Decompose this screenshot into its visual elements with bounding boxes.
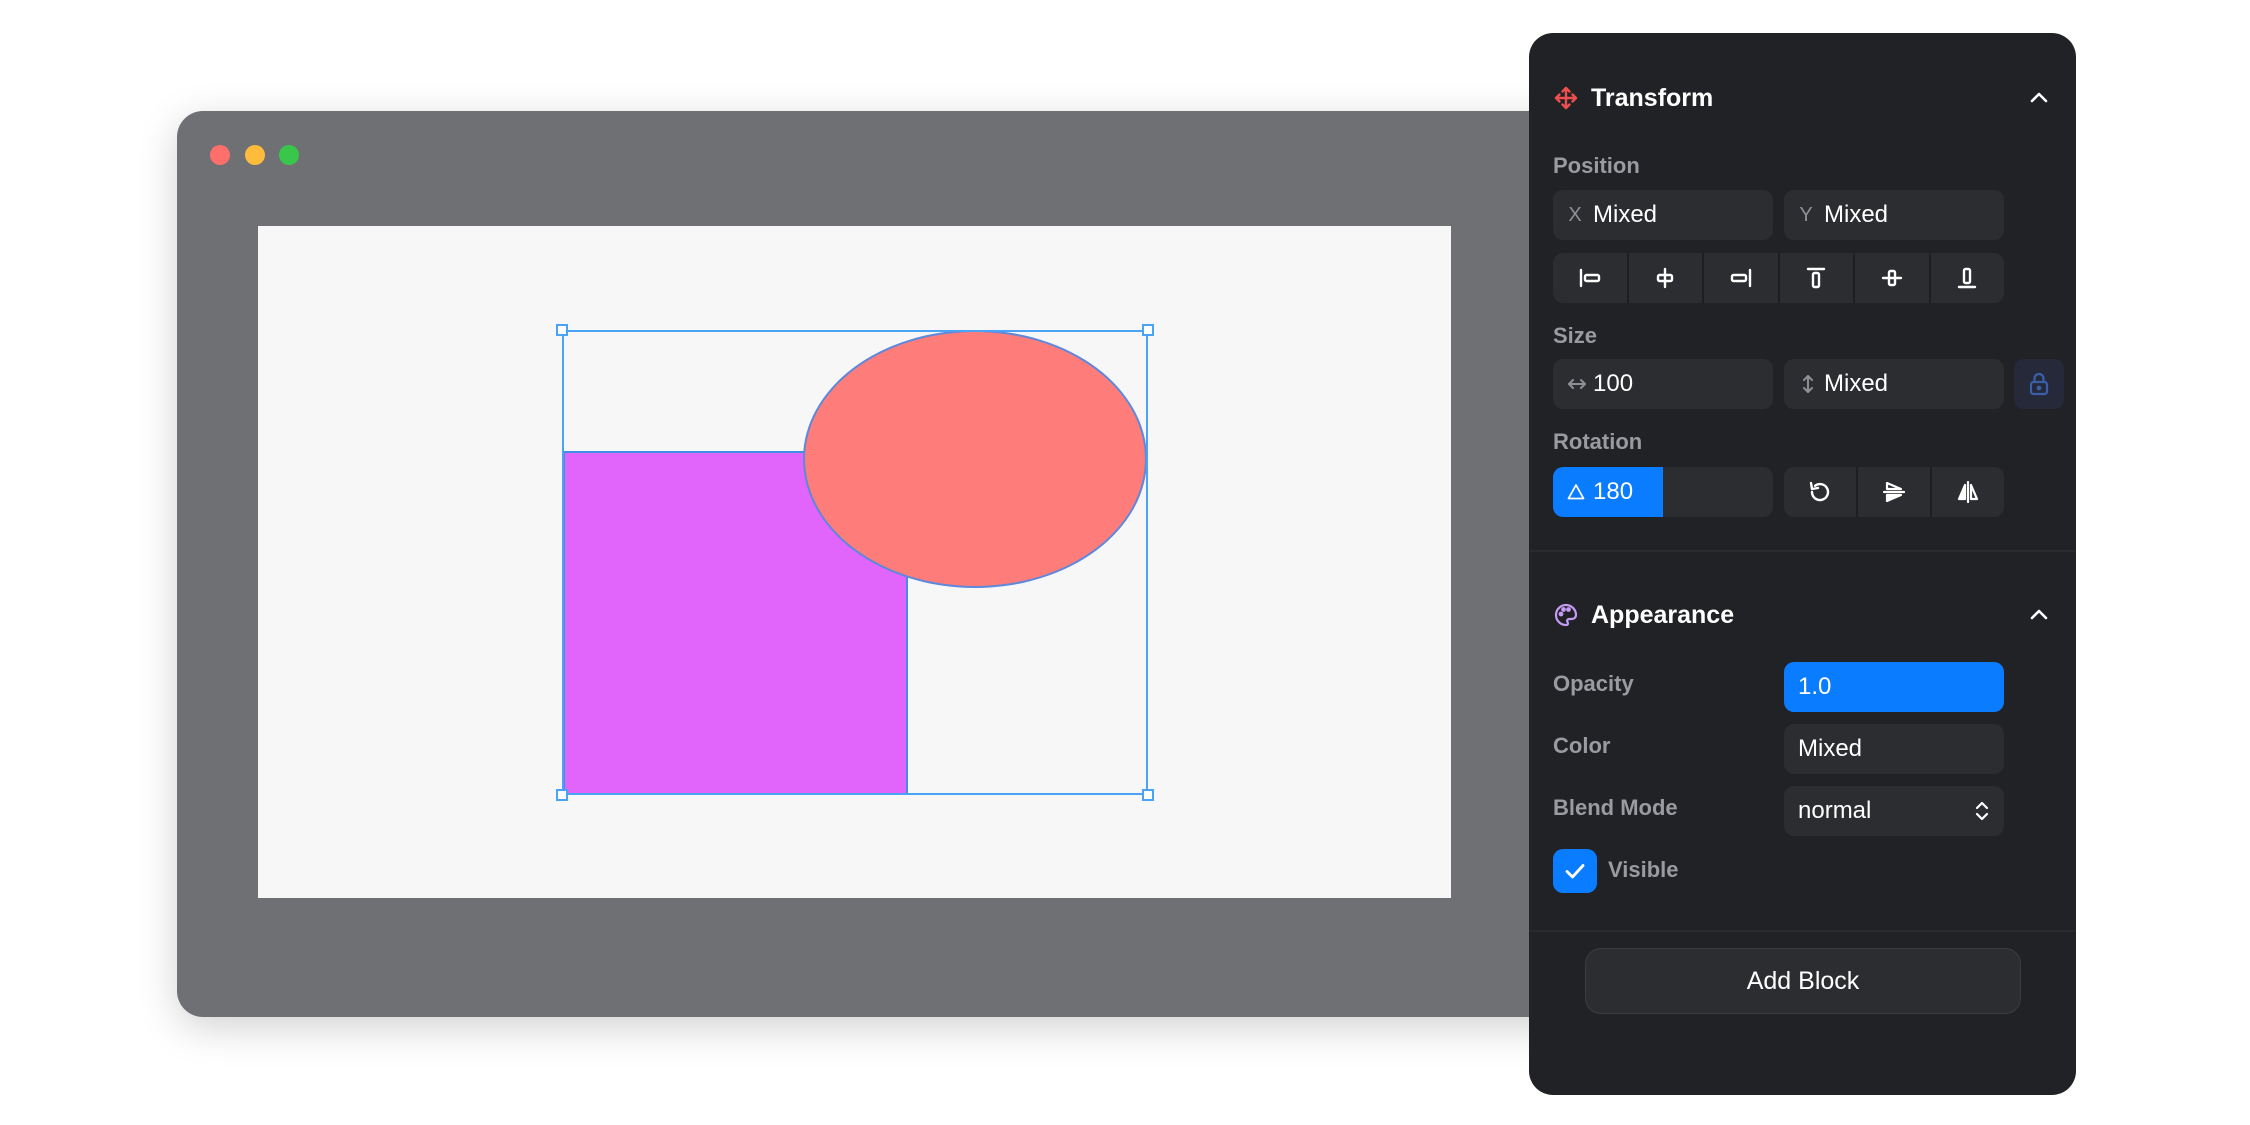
- align-center-vertical-icon: [1879, 265, 1905, 291]
- lock-aspect-ratio-button[interactable]: [2014, 359, 2064, 409]
- blend-mode-value: normal: [1798, 797, 1872, 824]
- width-value: 100: [1593, 370, 1634, 397]
- flip-vertical-icon: [1881, 479, 1907, 505]
- flip-vertical-button[interactable]: [1858, 467, 1932, 517]
- align-center-horizontal-icon: [1652, 265, 1678, 291]
- align-center-horizontal-button[interactable]: [1629, 253, 1704, 303]
- opacity-input[interactable]: 1.0: [1784, 662, 2004, 712]
- y-position-input[interactable]: Y Mixed: [1784, 190, 2004, 240]
- align-left-icon: [1577, 265, 1603, 291]
- opacity-value: 1.0: [1798, 673, 1832, 700]
- transform-section-header[interactable]: Transform: [1553, 78, 1713, 118]
- rotation-triangle-icon: [1567, 483, 1585, 501]
- opacity-label: Opacity: [1553, 671, 1634, 696]
- appearance-section-header[interactable]: Appearance: [1553, 595, 1734, 635]
- collapse-transform-chevron-icon[interactable]: [2026, 85, 2052, 111]
- align-bottom-icon: [1954, 265, 1980, 291]
- resize-handle-bottom-left[interactable]: [556, 789, 568, 801]
- transform-title: Transform: [1591, 83, 1714, 112]
- align-right-button[interactable]: [1704, 253, 1780, 303]
- rotation-input[interactable]: 180: [1553, 467, 1773, 517]
- color-label: Color: [1553, 733, 1611, 758]
- visible-label: Visible: [1608, 857, 1679, 882]
- align-bottom-button[interactable]: [1931, 253, 2005, 303]
- rotation-label: Rotation: [1553, 429, 1643, 454]
- color-value: Mixed: [1798, 735, 1863, 762]
- height-arrows-icon: [1798, 374, 1814, 394]
- y-prefix: Y: [1799, 203, 1813, 226]
- flip-horizontal-icon: [1955, 479, 1981, 505]
- selection-box: [562, 330, 1148, 795]
- width-arrows-icon: [1567, 374, 1586, 394]
- minimize-window-button[interactable]: [245, 145, 265, 165]
- section-divider: [1529, 550, 2076, 552]
- rotation-button-group: [1784, 467, 2004, 517]
- flip-horizontal-button[interactable]: [1932, 467, 2004, 517]
- section-divider-bottom: [1529, 930, 2076, 932]
- move-icon: [1553, 85, 1579, 111]
- align-center-vertical-button[interactable]: [1855, 253, 1931, 303]
- rotate-icon: [1807, 479, 1833, 505]
- select-updown-icon: [1972, 799, 1992, 823]
- add-block-button[interactable]: Add Block: [1585, 948, 2021, 1014]
- size-label: Size: [1553, 323, 1598, 348]
- height-value: Mixed: [1824, 370, 1889, 397]
- lock-icon: [2027, 371, 2051, 397]
- maximize-window-button[interactable]: [279, 145, 299, 165]
- width-input[interactable]: 100: [1553, 359, 1773, 409]
- rotate-button[interactable]: [1784, 467, 1858, 517]
- resize-handle-top-right[interactable]: [1142, 324, 1154, 336]
- color-input[interactable]: Mixed: [1784, 724, 2004, 774]
- rotation-value: 180: [1593, 478, 1634, 505]
- alignment-button-group: [1553, 253, 2004, 303]
- blend-mode-select[interactable]: normal: [1784, 786, 2004, 836]
- palette-icon: [1553, 602, 1579, 628]
- x-prefix: X: [1568, 203, 1582, 226]
- align-top-icon: [1803, 265, 1829, 291]
- close-window-button[interactable]: [210, 145, 230, 165]
- y-position-value: Mixed: [1824, 201, 1889, 228]
- collapse-appearance-chevron-icon[interactable]: [2026, 602, 2052, 628]
- position-label: Position: [1553, 153, 1640, 178]
- blend-mode-label: Blend Mode: [1553, 795, 1678, 820]
- resize-handle-top-left[interactable]: [556, 324, 568, 336]
- appearance-title: Appearance: [1591, 600, 1735, 629]
- visible-checkbox[interactable]: [1553, 849, 1597, 893]
- align-top-button[interactable]: [1780, 253, 1855, 303]
- align-right-icon: [1728, 265, 1754, 291]
- height-input[interactable]: Mixed: [1784, 359, 2004, 409]
- align-left-button[interactable]: [1553, 253, 1629, 303]
- resize-handle-bottom-right[interactable]: [1142, 789, 1154, 801]
- x-position-input[interactable]: X Mixed: [1553, 190, 1773, 240]
- checkmark-icon: [1562, 858, 1588, 884]
- x-position-value: Mixed: [1593, 201, 1658, 228]
- inspector-panel: Transform Position X Mixed Y Mixed Size …: [1529, 33, 2076, 1095]
